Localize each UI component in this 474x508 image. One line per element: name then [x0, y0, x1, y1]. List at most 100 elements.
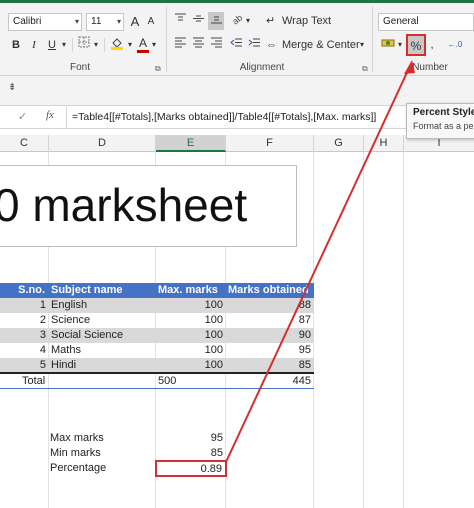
- column-header-g[interactable]: G: [314, 135, 364, 152]
- cell-subject[interactable]: Science: [49, 313, 156, 328]
- align-left-button[interactable]: [172, 36, 188, 54]
- increase-indent-button[interactable]: [246, 36, 262, 54]
- font-color-button[interactable]: A: [136, 34, 150, 53]
- percent-style-button[interactable]: %: [406, 34, 426, 56]
- chevron-down-icon: ▾: [359, 40, 364, 49]
- formula-bar: ✓ fx =Table4[[#Totals],[Marks obtained]]…: [0, 107, 474, 129]
- separator: [72, 38, 73, 52]
- font-group-label: Font: [69, 62, 90, 73]
- cell-sno[interactable]: 4: [0, 343, 49, 358]
- italic-button[interactable]: I: [26, 36, 42, 54]
- comma-icon: ,: [430, 39, 434, 51]
- summary-label[interactable]: Min marks: [50, 446, 154, 461]
- align-bottom-icon: [210, 16, 222, 24]
- cell-obtained[interactable]: 85: [226, 358, 314, 373]
- shrink-font-button[interactable]: A: [144, 13, 158, 31]
- wrap-text-button[interactable]: ↵ Wrap Text: [266, 12, 356, 30]
- borders-dropdown[interactable]: ▾: [92, 36, 100, 54]
- grow-font-button[interactable]: A: [128, 13, 142, 31]
- align-bottom-button[interactable]: [208, 12, 224, 30]
- align-right-button[interactable]: [208, 36, 224, 54]
- summary-value[interactable]: 95: [156, 431, 226, 446]
- title-textbox[interactable]: 0 marksheet: [0, 165, 297, 247]
- table-bottom-border: [0, 388, 314, 389]
- cell-sno[interactable]: 5: [0, 358, 49, 373]
- separator: [66, 107, 67, 129]
- increase-decimal-icon: ←.0: [447, 40, 463, 49]
- bold-button[interactable]: B: [8, 36, 24, 54]
- tooltip-title: Percent Style: [413, 107, 474, 118]
- cell-max[interactable]: 100: [156, 343, 226, 358]
- customize-qat-icon[interactable]: ⇟: [8, 82, 16, 93]
- cell-obtained[interactable]: 90: [226, 328, 314, 343]
- insert-function-icon[interactable]: fx: [46, 109, 54, 121]
- column-header-h[interactable]: H: [364, 135, 404, 152]
- cell-sno[interactable]: 1: [0, 298, 49, 313]
- underline-dropdown[interactable]: ▾: [60, 36, 68, 54]
- ribbon: Calibri ▾ 11 ▾ A A B I U ▾ ▾ ▾ A ▾ Font …: [0, 0, 474, 76]
- cell-obtained[interactable]: 87: [226, 313, 314, 328]
- total-obtained[interactable]: 445: [226, 374, 314, 389]
- header-sno[interactable]: S.no.: [0, 283, 48, 298]
- cell-obtained[interactable]: 95: [226, 343, 314, 358]
- cell-max[interactable]: 100: [156, 313, 226, 328]
- cell-subject[interactable]: English: [49, 298, 156, 313]
- paint-bucket-icon: [111, 38, 123, 50]
- align-middle-icon: [192, 15, 204, 22]
- font-size-dropdown[interactable]: 11 ▾: [86, 13, 124, 31]
- number-format-dropdown[interactable]: General: [378, 13, 474, 31]
- cell-max[interactable]: 100: [156, 358, 226, 373]
- orientation-dropdown[interactable]: ▾: [244, 12, 252, 30]
- increase-decimal-button[interactable]: ←.0: [444, 36, 466, 54]
- cell-max[interactable]: 100: [156, 328, 226, 343]
- comma-style-button[interactable]: ,: [428, 36, 436, 54]
- column-header-d[interactable]: D: [49, 135, 156, 152]
- cell-max[interactable]: 100: [156, 298, 226, 313]
- align-top-button[interactable]: [172, 12, 188, 30]
- underline-button[interactable]: U: [44, 36, 60, 54]
- svg-text:ab: ab: [230, 12, 243, 25]
- enter-icon[interactable]: ✓: [18, 110, 27, 123]
- column-header-f[interactable]: F: [226, 135, 314, 152]
- merge-center-dropdown[interactable]: ▾: [358, 36, 366, 54]
- percentage-cell[interactable]: 0.89: [155, 460, 227, 477]
- merge-center-button[interactable]: ⇔ Merge & Center: [266, 36, 366, 54]
- header-subject[interactable]: Subject name: [49, 283, 155, 298]
- alignment-dialog-launcher-icon[interactable]: ⧉: [362, 64, 368, 74]
- wrap-text-icon: ↵: [266, 15, 276, 27]
- font-dialog-launcher-icon[interactable]: ⧉: [155, 64, 161, 74]
- cell-sno[interactable]: 2: [0, 313, 49, 328]
- cell-obtained[interactable]: 88: [226, 298, 314, 313]
- column-header-e[interactable]: E: [156, 135, 226, 152]
- cell-subject[interactable]: Social Science: [49, 328, 156, 343]
- font-name-dropdown[interactable]: Calibri ▾: [8, 13, 82, 31]
- font-color-swatch: [137, 50, 149, 53]
- table-header-row: S.no. Subject name Max. marks Marks obta…: [0, 283, 314, 298]
- summary-label[interactable]: Percentage: [50, 461, 154, 476]
- cell-sno[interactable]: 3: [0, 328, 49, 343]
- orientation-button[interactable]: ab: [228, 12, 244, 30]
- separator: [372, 6, 373, 72]
- summary-value[interactable]: 85: [156, 446, 226, 461]
- formula-input[interactable]: =Table4[[#Totals],[Marks obtained]]/Tabl…: [72, 111, 412, 123]
- total-max[interactable]: 500: [158, 374, 218, 389]
- alignment-group-label: Alignment: [239, 62, 285, 73]
- align-middle-button[interactable]: [190, 12, 206, 30]
- column-header-c[interactable]: C: [0, 135, 49, 152]
- align-center-button[interactable]: [190, 36, 206, 54]
- font-color-dropdown[interactable]: ▾: [150, 36, 158, 54]
- header-max-marks[interactable]: Max. marks: [156, 283, 226, 298]
- cell-subject[interactable]: Hindi: [49, 358, 156, 373]
- chevron-down-icon: ▾: [93, 40, 98, 49]
- fill-color-button[interactable]: [108, 36, 126, 54]
- decrease-indent-button[interactable]: [228, 36, 244, 54]
- separator: [166, 6, 167, 72]
- summary-label[interactable]: Max marks: [50, 431, 154, 446]
- borders-button[interactable]: [76, 36, 92, 54]
- total-label[interactable]: Total: [22, 374, 62, 389]
- header-marks-obtained[interactable]: Marks obtained: [226, 283, 314, 298]
- cell-subject[interactable]: Maths: [49, 343, 156, 358]
- accounting-format-button[interactable]: [380, 36, 396, 54]
- accounting-dropdown[interactable]: ▾: [396, 36, 404, 54]
- fill-color-dropdown[interactable]: ▾: [126, 36, 134, 54]
